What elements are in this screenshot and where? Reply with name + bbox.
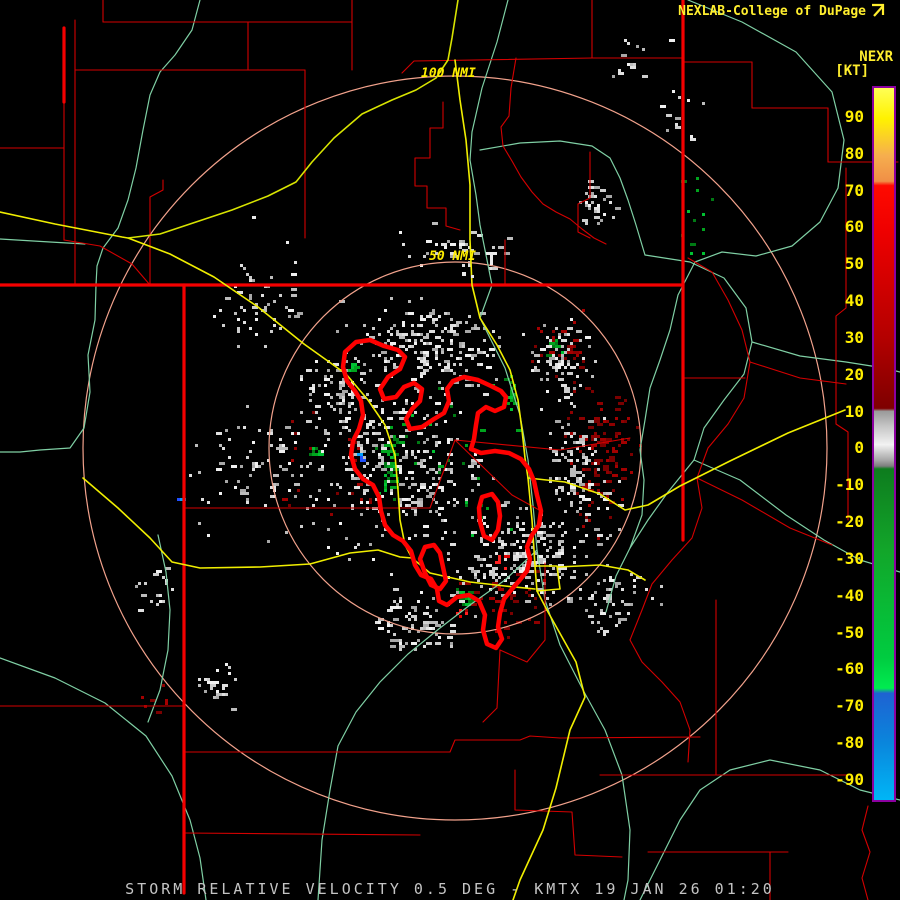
rivers <box>0 0 900 900</box>
velocity-colorbar <box>872 86 896 802</box>
radar-map <box>0 0 900 900</box>
colorbar-tick--90: -90 <box>812 772 864 788</box>
colorbar-tick-20: 20 <box>812 367 864 383</box>
status-bar: STORM RELATIVE VELOCITY 0.5 DEG - KMTX 1… <box>0 880 900 898</box>
radar-display: NEXLAB-College of DuPage NEXR [KT] 90807… <box>0 0 900 900</box>
colorbar-tick-80: 80 <box>812 146 864 162</box>
colorbar-tick-0: 0 <box>812 440 864 456</box>
college-of-dupage-logo-icon <box>870 3 886 18</box>
colorbar-tick--50: -50 <box>812 625 864 641</box>
colorbar-tick-30: 30 <box>812 330 864 346</box>
range-ring-label-0: 50 NMI <box>429 249 476 264</box>
colorbar-tick--10: -10 <box>812 477 864 493</box>
range-rings <box>83 76 827 820</box>
colorbar-tick-60: 60 <box>812 219 864 235</box>
colorbar-tick--30: -30 <box>812 551 864 567</box>
colorbar-units-label: [KT] <box>835 63 869 79</box>
colorbar-tick-40: 40 <box>812 293 864 309</box>
colorbar-tick-90: 90 <box>812 109 864 125</box>
colorbar-tick--40: -40 <box>812 588 864 604</box>
colorbar-tick--70: -70 <box>812 698 864 714</box>
colorbar-tick--80: -80 <box>812 735 864 751</box>
colorbar-tick--20: -20 <box>812 514 864 530</box>
colorbar-tick-10: 10 <box>812 404 864 420</box>
colorbar-tick-50: 50 <box>812 256 864 272</box>
highways <box>0 0 845 900</box>
county-borders <box>0 0 898 900</box>
page-title: NEXLAB-College of DuPage <box>678 4 866 19</box>
range-ring-label-1: 100 NMI <box>421 66 476 81</box>
colorbar-tick--60: -60 <box>812 661 864 677</box>
colorbar-tick-70: 70 <box>812 183 864 199</box>
